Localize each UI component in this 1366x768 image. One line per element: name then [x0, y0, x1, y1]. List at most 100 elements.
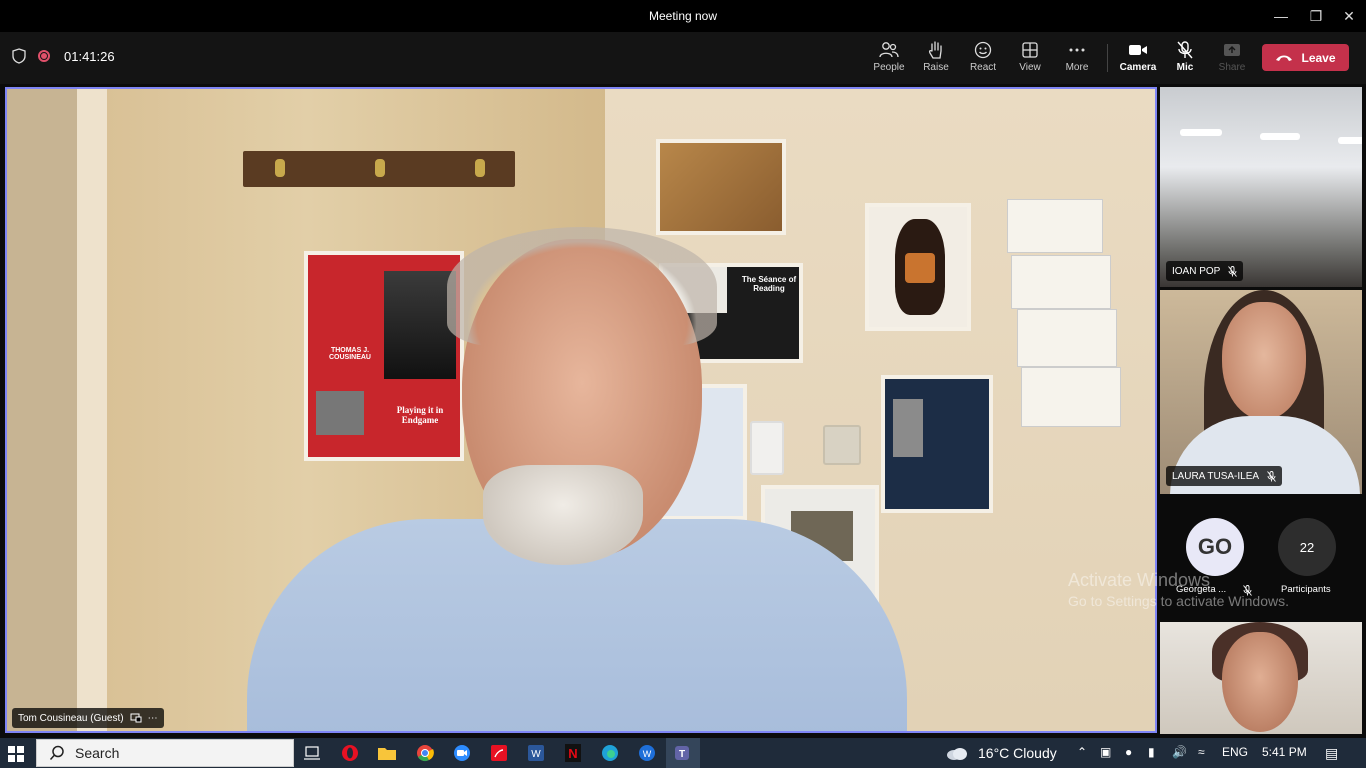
participant-name-pill: Tom Cousineau (Guest) ⋯ — [12, 708, 164, 728]
language-indicator[interactable]: ENG — [1222, 745, 1248, 759]
participant-tile-laura-tusa-ilea[interactable]: LAURA TUSA-ILEA — [1160, 290, 1362, 494]
document-sheet — [1007, 199, 1103, 253]
hook — [375, 159, 385, 177]
poster-title-text: Playing it in Endgame — [396, 405, 444, 425]
more-button[interactable]: More — [1053, 40, 1101, 80]
smiley-icon — [974, 40, 992, 60]
search-icon — [49, 745, 64, 760]
document-sheet — [1021, 367, 1121, 427]
cloud-icon — [945, 742, 969, 764]
mic-button[interactable]: Mic — [1161, 40, 1209, 80]
participant-options-icon[interactable]: ⋯ — [148, 713, 158, 724]
participants-count-button[interactable]: 22 — [1278, 518, 1336, 576]
chevron-up-icon[interactable]: ⌃ — [1077, 745, 1087, 759]
light-switch — [750, 421, 784, 475]
background-wall — [7, 89, 77, 731]
tile-name: LAURA TUSA-ILEA — [1172, 470, 1260, 482]
grid-icon — [1022, 40, 1038, 60]
recording-status: 01:41:26 — [12, 48, 115, 64]
camera-label: Camera — [1119, 62, 1157, 73]
search-placeholder: Search — [75, 745, 120, 761]
hand-icon — [927, 40, 945, 60]
svg-text:W: W — [643, 749, 652, 759]
mic-off-icon — [1267, 470, 1276, 482]
avatar-georgeta[interactable]: GO — [1186, 518, 1244, 576]
notifications-icon[interactable]: ▤ — [1325, 745, 1338, 762]
meet-now-icon[interactable]: ▣ — [1100, 745, 1111, 759]
poster-photo — [893, 399, 923, 457]
battery-icon[interactable]: ▮ — [1148, 745, 1155, 759]
raise-label: Raise — [923, 62, 949, 73]
speaker-beard — [483, 465, 643, 565]
share-button[interactable]: Share — [1208, 40, 1256, 80]
document-sheet — [1017, 309, 1117, 367]
svg-text:W: W — [531, 749, 541, 760]
recording-icon — [38, 50, 50, 62]
ellipsis-icon — [1069, 40, 1085, 60]
speaker-hair — [447, 227, 717, 347]
toolbar-divider — [1107, 44, 1108, 72]
edge-icon[interactable] — [598, 742, 622, 764]
wifi-icon[interactable]: ≈ — [1198, 745, 1205, 759]
red-poster: THOMAS J. COUSINEAU Playing it in Endgam… — [304, 251, 464, 461]
poster-name-text: THOMAS J. COUSINEAU — [328, 347, 371, 361]
acrobat-icon[interactable] — [487, 742, 511, 764]
react-button[interactable]: React — [959, 40, 1007, 80]
close-icon[interactable]: ✕ — [1326, 0, 1366, 32]
camera-button[interactable]: Camera — [1114, 40, 1162, 80]
clock[interactable]: 5:41 PM — [1262, 745, 1307, 759]
camera-icon — [1128, 40, 1148, 60]
seance-title: The Séance of Reading — [741, 275, 797, 293]
document-sheet — [1011, 255, 1111, 309]
tile-name-pill: LAURA TUSA-ILEA — [1166, 466, 1283, 486]
volume-icon[interactable]: 🔊 — [1172, 745, 1187, 759]
leave-button[interactable]: Leave — [1262, 44, 1349, 71]
participant-name: Tom Cousineau (Guest) — [18, 712, 124, 724]
opera-icon[interactable] — [338, 742, 362, 764]
ceiling-light — [1180, 129, 1222, 136]
raise-hand-button[interactable]: Raise — [912, 40, 960, 80]
poster-photo-small — [316, 391, 364, 435]
taskbar-search[interactable]: Search — [36, 739, 294, 767]
shield-icon — [12, 48, 26, 64]
watermark-line1: Activate Windows — [1068, 570, 1211, 590]
participant-tile-bottom[interactable] — [1160, 622, 1362, 734]
share-icon — [1223, 40, 1241, 60]
netflix-icon[interactable]: N — [561, 742, 585, 764]
windows-start-icon[interactable] — [8, 746, 24, 762]
word-icon[interactable]: W — [524, 742, 548, 764]
participant-tile-ioan-pop[interactable]: IOAN POP — [1160, 87, 1362, 287]
view-button[interactable]: View — [1006, 40, 1054, 80]
leave-label: Leave — [1301, 50, 1336, 65]
title-bar: Meeting now — ❐ ✕ — [0, 0, 1366, 32]
people-icon — [879, 40, 899, 60]
hangup-icon — [1276, 55, 1293, 61]
hook — [475, 159, 485, 177]
windows-taskbar: Search W N W T 16°C Cloudy ⌃ ▣ ● ▮ 🔊 ≈ E… — [0, 738, 1366, 768]
window-title: Meeting now — [648, 9, 718, 23]
tile-name-pill: IOAN POP — [1166, 261, 1244, 281]
zoom-icon[interactable] — [450, 742, 474, 764]
hook — [275, 159, 285, 177]
vase-poster — [865, 203, 971, 331]
participant-face — [1222, 302, 1306, 420]
share-label: Share — [1218, 62, 1246, 73]
ceiling-light — [1260, 133, 1300, 140]
main-video-feed[interactable]: THOMAS J. COUSINEAU Playing it in Endgam… — [5, 87, 1157, 733]
watermark-line2: Go to Settings to activate Windows. — [1068, 593, 1289, 609]
mic-off-icon — [1228, 265, 1238, 277]
mic-tray-icon[interactable]: ● — [1125, 745, 1132, 759]
weather-text[interactable]: 16°C Cloudy — [978, 745, 1057, 761]
activate-windows-watermark: Activate Windows Go to Settings to activ… — [1068, 570, 1358, 609]
chrome-icon[interactable] — [413, 742, 437, 764]
people-button[interactable]: People — [865, 40, 913, 80]
greek-art-poster — [656, 139, 786, 235]
poster-photo — [384, 271, 456, 379]
file-explorer-icon[interactable] — [375, 742, 399, 764]
weather-app-icon[interactable]: W — [635, 742, 659, 764]
teams-icon[interactable]: T — [666, 738, 700, 768]
task-view-icon[interactable] — [300, 742, 324, 764]
view-label: View — [1019, 62, 1041, 73]
mic-label: Mic — [1176, 62, 1194, 73]
more-label: More — [1065, 62, 1089, 73]
